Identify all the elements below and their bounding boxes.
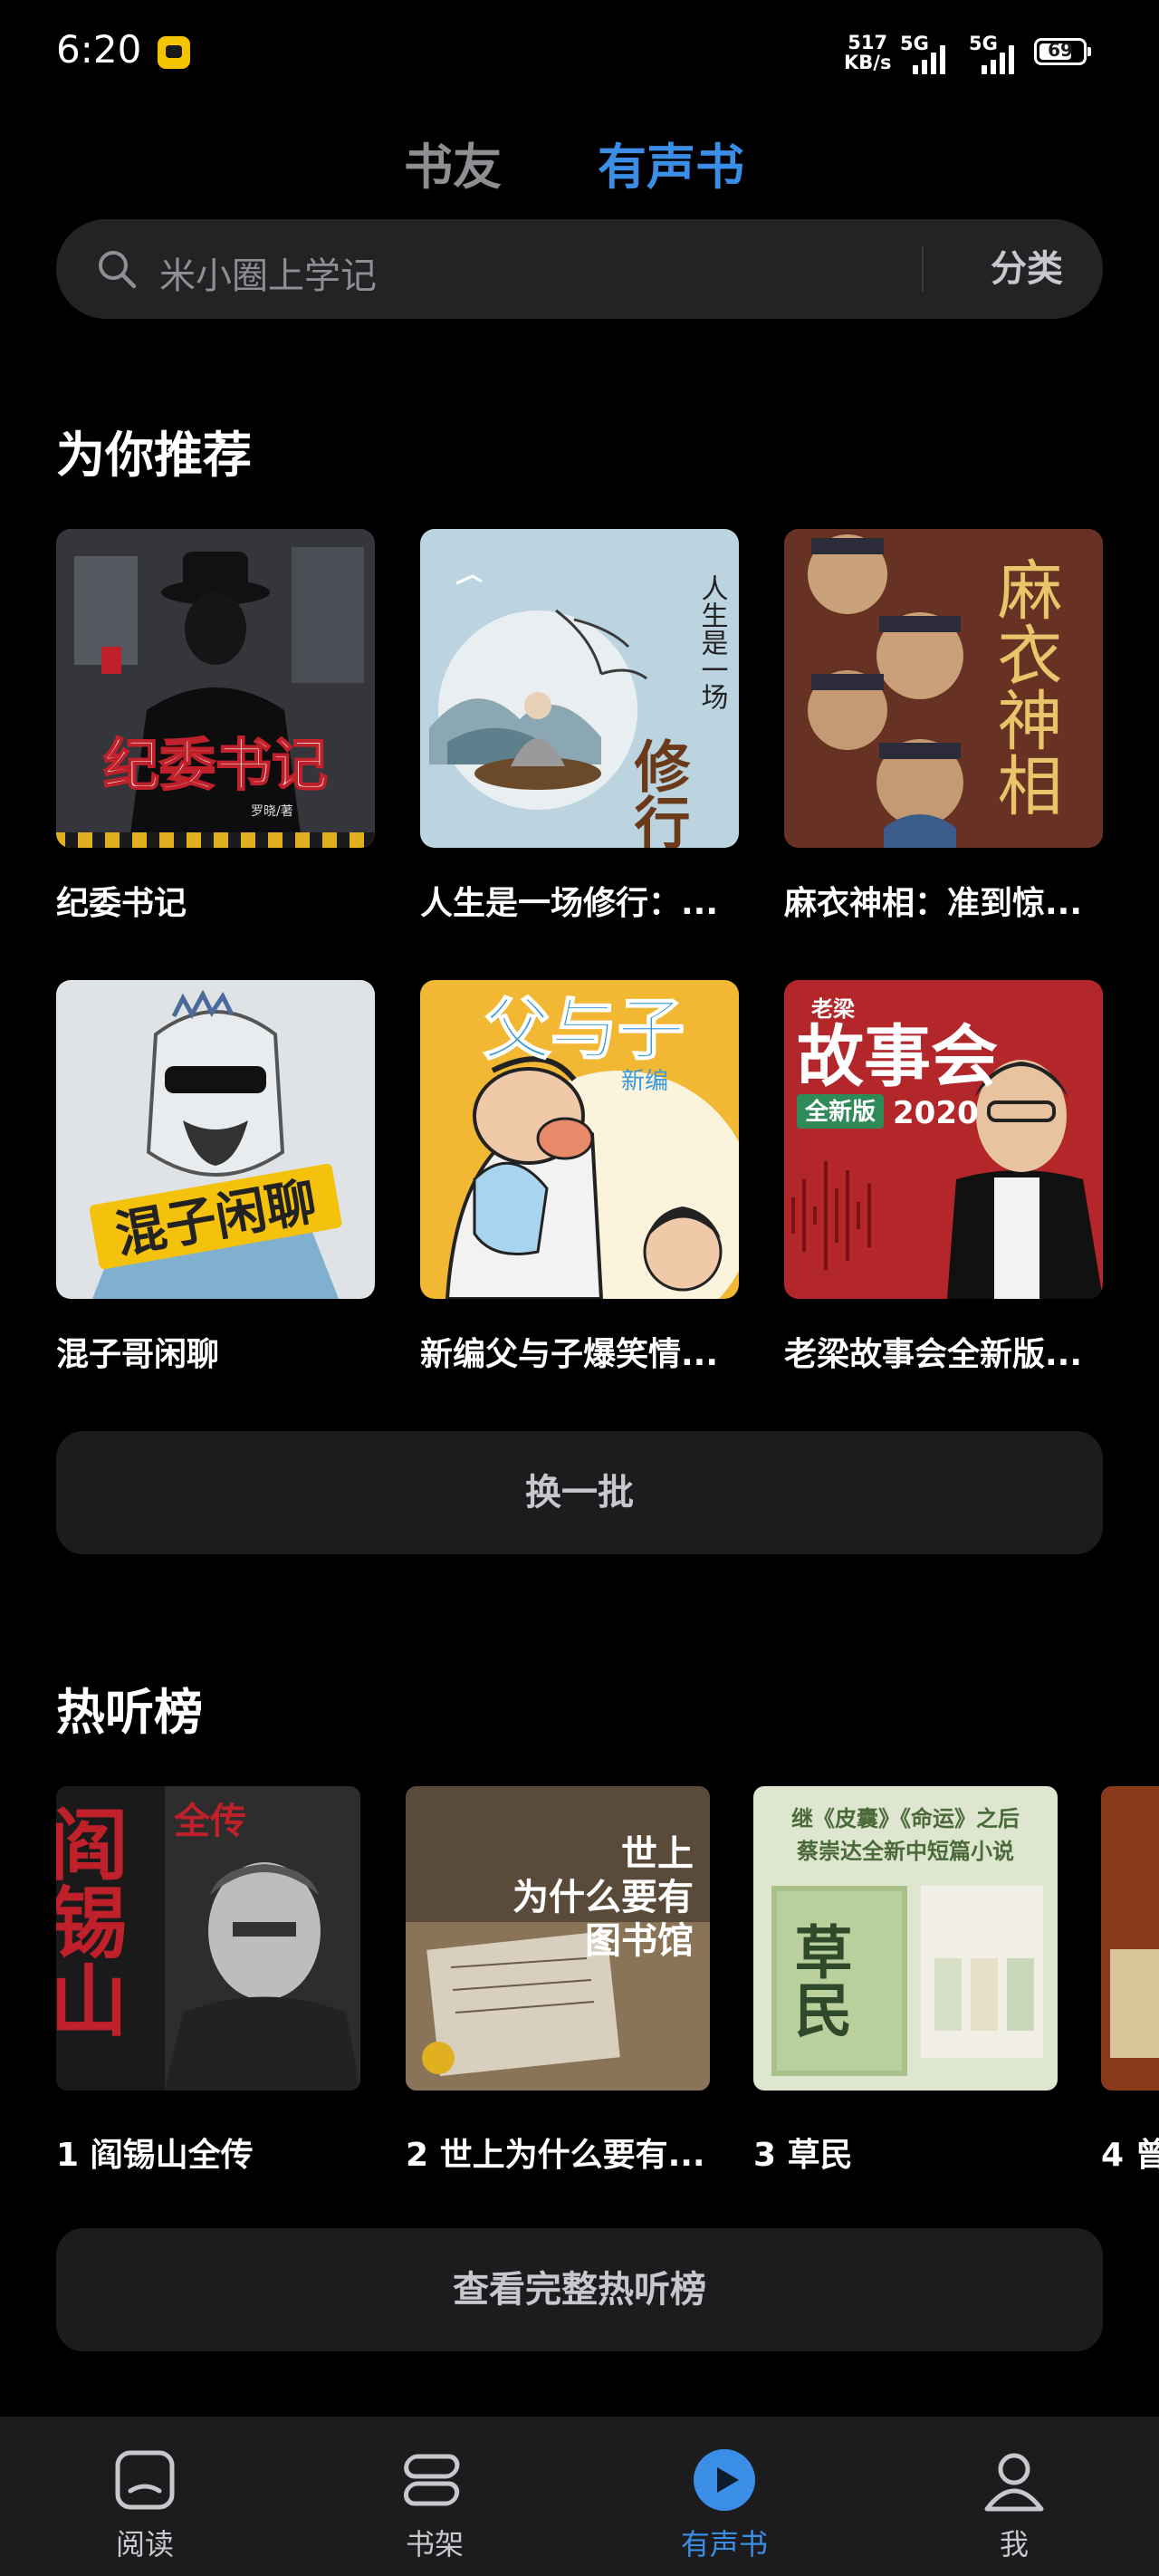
- cover-text-line-3: 图书馆: [585, 1920, 694, 1962]
- book-title[interactable]: 纪委书记: [56, 877, 375, 924]
- cover-text: 纪委书记: [103, 732, 328, 798]
- search-icon: [99, 251, 137, 289]
- rank-item-title[interactable]: 4 曾: [1101, 2129, 1159, 2176]
- cover-text: 草民: [785, 1922, 853, 2038]
- book-cover-cartoon-man-cover[interactable]: 混子闲聊: [56, 980, 375, 1299]
- nav-item-audiobooks[interactable]: 有声书: [634, 2417, 815, 2576]
- cover-text-line-1: 世上: [621, 1833, 694, 1875]
- cover-text: 父与子: [484, 991, 685, 1069]
- book-cover-meditation-cover[interactable]: 人生是一场 修行: [420, 529, 739, 848]
- rank-cover-portrait-cover[interactable]: 阎锡山 全传: [56, 1786, 360, 2091]
- cover-text: 故事会: [797, 1018, 998, 1096]
- cover-sub: 全传: [173, 1800, 246, 1842]
- tab-book-friends[interactable]: 书友: [404, 127, 502, 198]
- cover-year: 2020: [893, 1095, 979, 1131]
- book-title[interactable]: 混子哥闲聊: [56, 1328, 375, 1375]
- book-title[interactable]: 新编父与子爆笑情...: [420, 1328, 739, 1375]
- network-speed-unit: KB/s: [844, 52, 892, 73]
- battery-level: 69: [1048, 39, 1073, 61]
- book-cover-storyteller-cover[interactable]: 老梁 故事会 全新版 2020: [784, 980, 1103, 1299]
- cover-author: 罗晓/著: [251, 804, 293, 819]
- status-time: 6:20: [56, 27, 142, 72]
- network-speed-value: 517: [848, 32, 888, 53]
- nav-label: 我: [999, 2527, 1029, 2562]
- rank-cover-library-cover[interactable]: 世上 为什么要有 图书馆: [406, 1786, 710, 2091]
- nav-item-bookshelf[interactable]: 书架: [344, 2417, 525, 2576]
- tab-audiobooks[interactable]: 有声书: [598, 127, 744, 198]
- recommend-section-title: 为你推荐: [56, 427, 252, 484]
- book-cover-physiognomy-cover[interactable]: 麻衣神相: [784, 529, 1103, 848]
- cover-banner-line-1: 继《皮囊》《命运》之后: [791, 1806, 1020, 1831]
- cover-banner-line-2: 蔡崇达全新中短篇小说: [797, 1839, 1014, 1864]
- nav-label: 有声书: [680, 2527, 768, 2562]
- cover-badge: 全新版: [804, 1098, 876, 1126]
- person-icon: [984, 2453, 1044, 2512]
- play-circle-icon: [694, 2449, 755, 2511]
- rank-cover-partial-cover[interactable]: [1101, 1786, 1159, 2091]
- network-speed: 517 KB/s: [844, 33, 891, 72]
- bottom-navigation: 阅读 书架 有声书 我: [0, 2417, 1159, 2576]
- search-input[interactable]: 米小圈上学记: [159, 246, 377, 299]
- cover-text: 麻衣神相: [986, 556, 1062, 817]
- book-cover-father-son-cover[interactable]: 父与子 新编: [420, 980, 739, 1299]
- rank-item-title[interactable]: 2 世上为什么要有...: [406, 2129, 714, 2176]
- book-cover-detective-cover[interactable]: 纪委书记 罗晓/著: [56, 529, 375, 848]
- nav-label: 阅读: [115, 2527, 174, 2562]
- ranking-section-title: 热听榜: [56, 1684, 203, 1741]
- battery-icon: 69: [1034, 38, 1091, 65]
- cover-text: 阎锡山: [56, 1804, 128, 2038]
- nav-item-me[interactable]: 我: [924, 2417, 1105, 2576]
- search-divider: [922, 246, 924, 292]
- book-title[interactable]: 人生是一场修行：...: [420, 877, 739, 924]
- rank-item-title[interactable]: 3 草民: [753, 2129, 1061, 2176]
- book-open-icon: [115, 2450, 175, 2510]
- book-title[interactable]: 老梁故事会全新版...: [784, 1328, 1103, 1375]
- cover-text-2: 新编: [621, 1068, 668, 1095]
- nav-label: 书架: [405, 2527, 464, 2562]
- notification-app-icon: [158, 36, 190, 69]
- refresh-button[interactable]: 换一批: [56, 1431, 1103, 1554]
- nav-item-reading[interactable]: 阅读: [54, 2417, 235, 2576]
- cover-text: 人生是一场: [696, 574, 728, 710]
- full-ranking-button[interactable]: 查看完整热听榜: [56, 2228, 1103, 2351]
- rank-item-title[interactable]: 1 阎锡山全传: [56, 2129, 364, 2176]
- category-button[interactable]: 分类: [951, 219, 1103, 319]
- book-title[interactable]: 麻衣神相：准到惊...: [784, 877, 1103, 924]
- cover-text-2: 修行: [625, 737, 691, 848]
- rank-cover-grass-cover[interactable]: 继《皮囊》《命运》之后 蔡崇达全新中短篇小说 草民: [753, 1786, 1058, 2091]
- bookshelf-icon: [403, 2454, 460, 2506]
- search-bar[interactable]: 米小圈上学记 分类: [56, 219, 1103, 319]
- cover-text-line-2: 为什么要有: [512, 1877, 694, 1918]
